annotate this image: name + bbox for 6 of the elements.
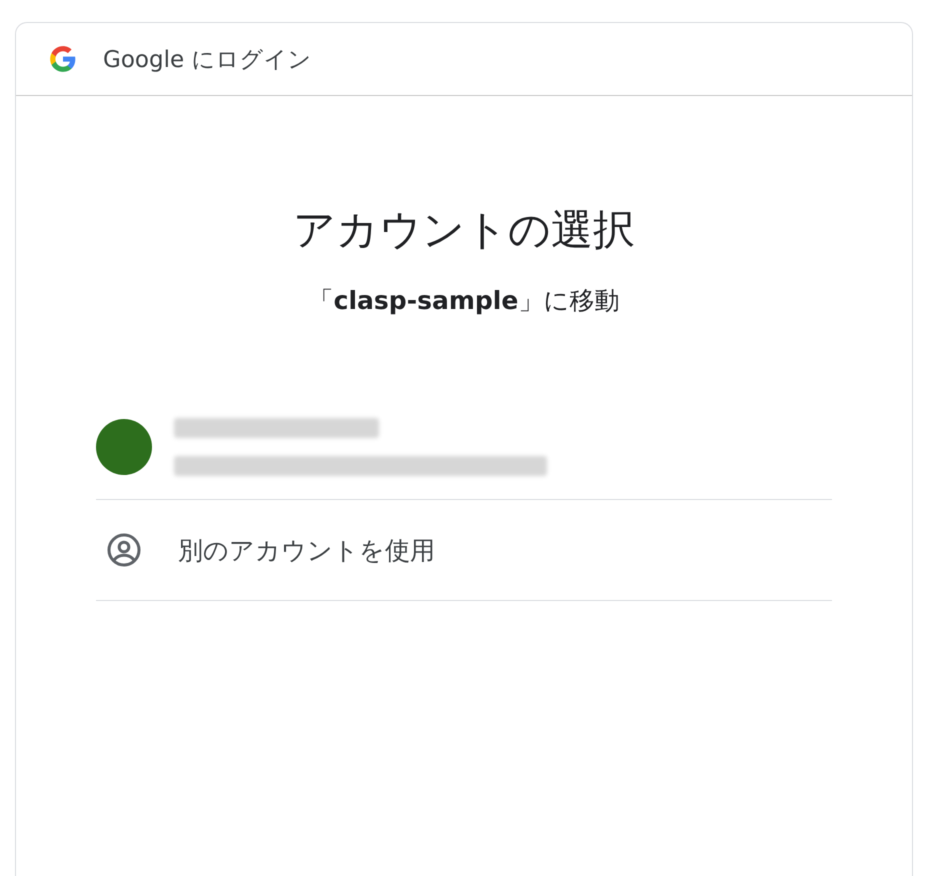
page-heading: アカウントの選択: [292, 204, 636, 256]
google-logo-icon: [49, 45, 77, 73]
subtitle: 「clasp-sample」に移動: [308, 285, 620, 317]
account-circle-icon: [106, 532, 142, 568]
use-another-account-item[interactable]: 別のアカウントを使用: [96, 500, 832, 601]
header-title: Google にログイン: [103, 46, 312, 74]
